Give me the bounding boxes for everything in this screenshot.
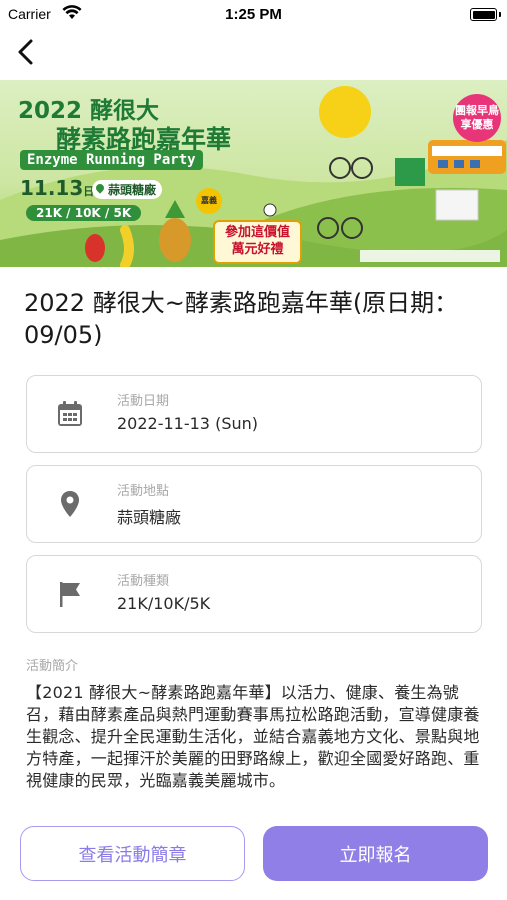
banner-city-tag: 嘉義 [196, 188, 222, 214]
location-value: 蒜頭糖廠 [117, 508, 182, 527]
flag-icon [60, 582, 80, 607]
calendar-icon [58, 401, 82, 426]
category-value: 21K/10K/5K [117, 594, 211, 613]
banner-promo: 參加這價值 萬元好禮 [213, 220, 303, 264]
battery-icon [470, 8, 501, 21]
back-button[interactable] [12, 36, 40, 68]
category-label: 活動種類 [117, 574, 170, 589]
view-brochure-button[interactable]: 查看活動簡章 [20, 826, 245, 881]
date-card: 活動日期 2022-11-13 (Sun) [26, 375, 482, 453]
location-card: 活動地點 蒜頭糖廠 [26, 465, 482, 543]
register-button[interactable]: 立即報名 [263, 826, 488, 881]
banner-distances: 21K / 10K / 5K [26, 205, 142, 221]
event-title: 2022 酵很大~酵素路跑嘉年華(原日期：09/05) [24, 289, 459, 349]
description-text: 【2021 酵很大~酵素路跑嘉年華】以活力、健康、養生為號召，藉由酵素產品與熱門… [26, 683, 480, 790]
location-label: 活動地點 [117, 484, 170, 499]
location-pin-icon [61, 491, 79, 517]
banner-date: 11.13日 [20, 176, 95, 200]
category-card: 活動種類 21K/10K/5K [26, 555, 482, 633]
date-label: 活動日期 [117, 394, 170, 409]
event-banner-image: 2022 酵很大 酵素路跑嘉年華 Enzyme Running Party 11… [0, 80, 507, 267]
description-label: 活動簡介 [26, 659, 79, 674]
date-value: 2022-11-13 (Sun) [117, 414, 258, 433]
banner-badge: 團報早鳥 享優惠 [453, 94, 501, 142]
banner-english-title: Enzyme Running Party [20, 150, 203, 170]
banner-location: 蒜頭糖廠 [92, 180, 163, 199]
status-time: 1:25 PM [225, 6, 282, 23]
status-bar: Carrier 1:25 PM [0, 0, 507, 30]
bottom-fade [0, 806, 507, 826]
chevron-left-icon [18, 39, 33, 65]
